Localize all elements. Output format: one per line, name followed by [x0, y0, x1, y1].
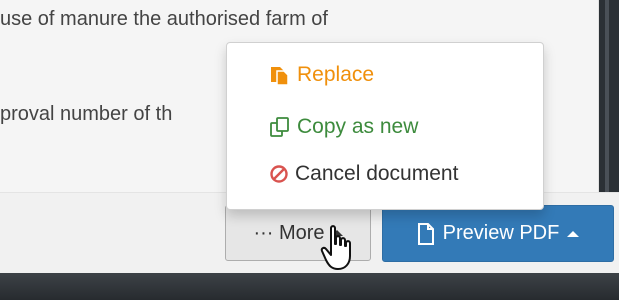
file-icon — [417, 222, 434, 245]
menu-item-replace[interactable]: Replace — [269, 63, 374, 87]
scrollbar-track — [605, 0, 609, 192]
more-button-label: ··· More — [253, 221, 325, 244]
menu-item-cancel-document[interactable]: Cancel document — [269, 162, 458, 186]
caret-up-icon — [567, 230, 580, 237]
menu-item-copy-as-new[interactable]: Copy as new — [269, 115, 418, 139]
more-dropdown-menu: Replace Copy as new Cancel document — [226, 42, 544, 210]
menu-item-label: Copy as new — [297, 115, 419, 138]
document-text-line: use of manure the authorised farm of — [0, 8, 328, 30]
document-text-line: proval number of th — [0, 103, 173, 125]
replace-icon — [271, 67, 289, 86]
preview-pdf-button[interactable]: Preview PDF — [382, 205, 614, 262]
menu-item-label: Replace — [297, 63, 375, 86]
copy-icon — [270, 117, 289, 137]
hand-pointer-icon — [320, 225, 351, 270]
menu-item-label: Cancel document — [295, 162, 459, 185]
scrollbar[interactable] — [599, 0, 619, 192]
preview-pdf-label: Preview PDF — [442, 222, 560, 244]
cancel-icon — [270, 165, 288, 183]
bottom-bar — [0, 273, 619, 300]
